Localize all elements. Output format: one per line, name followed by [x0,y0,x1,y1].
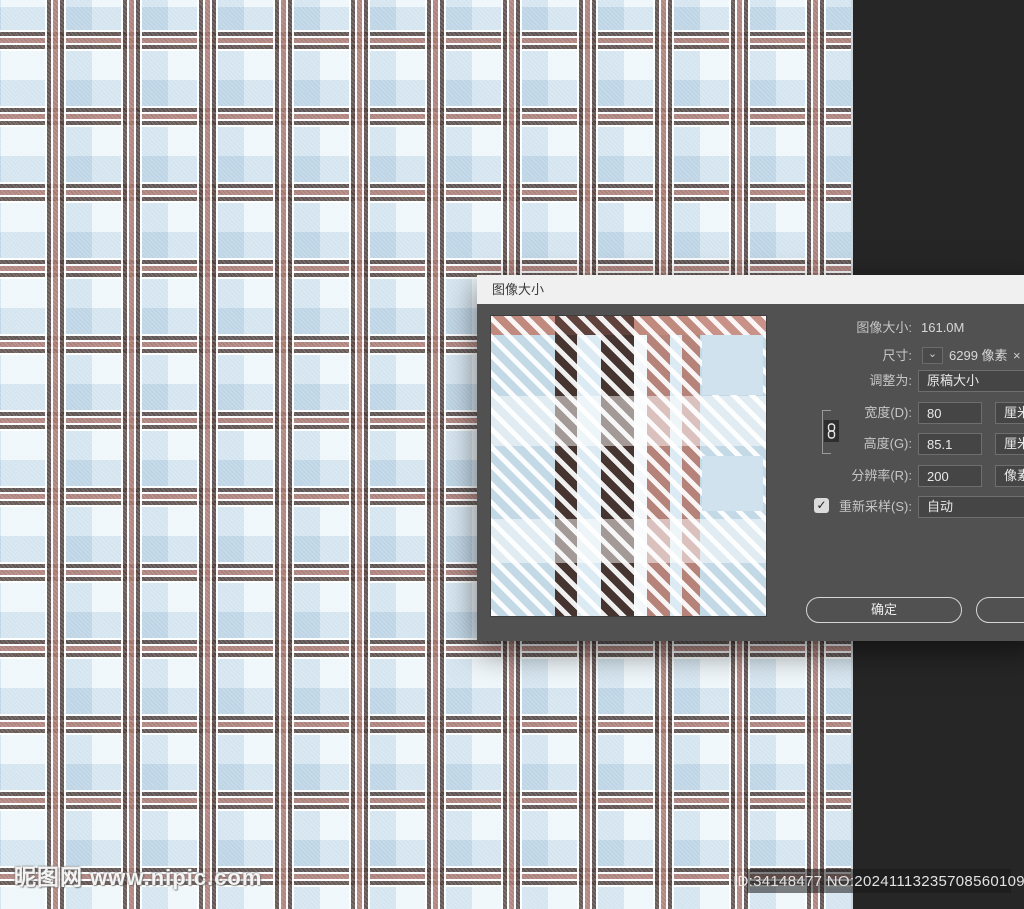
width-input[interactable] [918,402,982,424]
image-size-label: 图像大小: [761,317,912,339]
site-watermark: 昵图网 www.nipic.com [14,860,262,892]
width-unit-select[interactable]: 厘米 [995,402,1024,424]
image-id-bar: ID:34148477 NO:20241113235708560109 [747,869,1011,893]
image-size-value: 161.0M [921,317,964,339]
dimensions-label: 尺寸: [761,345,912,367]
image-preview[interactable] [490,315,767,617]
dimensions-value: 6299 像素 [949,345,1008,367]
dimensions-multiply-sign: × [1013,345,1021,367]
width-label: 宽度(D): [761,402,912,424]
image-size-dialog: 图像大小 图像大小: 161.0M 尺寸: ⌄ 6299 像素 × 调整为: 原… [477,275,1024,641]
fit-to-label: 调整为: [761,370,912,392]
height-input[interactable] [918,433,982,455]
resolution-input[interactable] [918,465,982,487]
dialog-title[interactable]: 图像大小 [477,275,1024,304]
dimensions-chevron-icon[interactable]: ⌄ [922,347,943,364]
height-label: 高度(G): [761,433,912,455]
height-unit-select[interactable]: 厘米 [995,433,1024,455]
cancel-button[interactable] [976,597,1024,623]
resolution-label: 分辨率(R): [761,465,912,487]
resample-label: 重新采样(S): [761,496,912,518]
resample-select[interactable]: 自动 [918,496,1024,518]
ok-button[interactable]: 确定 [806,597,962,623]
resolution-unit-select[interactable]: 像素 [995,465,1024,487]
fit-to-select[interactable]: 原稿大小 [918,370,1024,392]
